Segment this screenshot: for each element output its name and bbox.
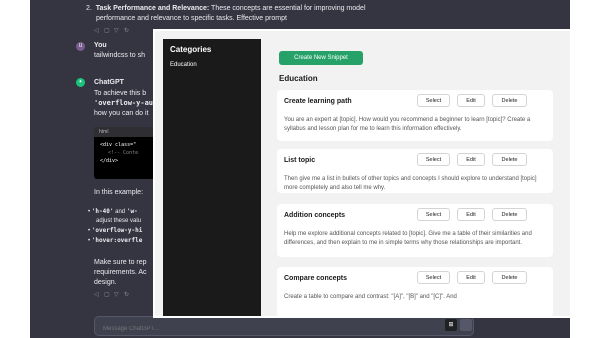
snippet-modal: Categories Education Create New Snippet … xyxy=(155,31,570,316)
message-actions: ◁ ▢ ▽ ↻ xyxy=(94,27,130,34)
select-button[interactable]: Select xyxy=(417,271,450,284)
chatgpt-line-1: To achieve this b xyxy=(94,90,147,97)
select-button[interactable]: Select xyxy=(417,153,450,166)
regenerate-icon[interactable]: ↻ xyxy=(124,291,130,298)
delete-button[interactable]: Delete xyxy=(492,94,527,107)
chatgpt-name: ChatGPT xyxy=(94,79,124,86)
snippet-title: List topic xyxy=(284,157,316,164)
message-input[interactable] xyxy=(95,320,435,338)
edit-button[interactable]: Edit xyxy=(457,271,485,284)
categories-title: Categories xyxy=(170,45,212,54)
thumbs-down-icon[interactable]: ▽ xyxy=(114,27,120,34)
snippet-desc: Then give me a list in bullets of other … xyxy=(284,176,537,191)
user-avatar: U xyxy=(76,42,85,51)
snippet-card: Compare concepts Select Edit Delete Crea… xyxy=(277,267,553,316)
edit-button[interactable]: Edit xyxy=(457,153,485,166)
sidebar-item-education[interactable]: Education xyxy=(163,54,261,68)
bullet-2: • 'overflow-y-hi xyxy=(88,227,143,234)
chatgpt-make-sure-3: design. xyxy=(94,279,117,286)
chat-list-item-2-line2: performance and relevance to specific ta… xyxy=(96,15,287,22)
chatgpt-line-2: 'overflow-y-au xyxy=(94,99,154,107)
snippet-title: Compare concepts xyxy=(284,275,348,282)
edit-button[interactable]: Edit xyxy=(457,208,485,221)
chatgpt-avatar: ✦ xyxy=(76,78,85,87)
snippet-title: Create learning path xyxy=(284,98,352,105)
categories-sidebar: Categories Education xyxy=(163,39,261,316)
chat-list-item-2: 2. Task Performance and Relevance: These… xyxy=(86,5,366,12)
user-name: You xyxy=(94,42,107,49)
select-button[interactable]: Select xyxy=(417,208,450,221)
chatgpt-make-sure-1: Make sure to rep xyxy=(94,259,147,266)
send-button[interactable] xyxy=(460,319,472,331)
chatgpt-in-example: In this example: xyxy=(94,189,144,196)
regenerate-icon[interactable]: ↻ xyxy=(124,27,130,34)
snippet-title: Addition concepts xyxy=(284,212,346,219)
section-title: Education xyxy=(279,74,318,83)
snippet-desc: Create a table to compare and contrast: … xyxy=(284,294,457,300)
chatgpt-make-sure-2: requirements. Ac xyxy=(94,269,147,276)
delete-button[interactable]: Delete xyxy=(492,271,527,284)
message-actions-2: ◁ ▢ ▽ ↻ xyxy=(94,291,130,298)
select-button[interactable]: Select xyxy=(417,94,450,107)
user-message: tailwindcss to sh xyxy=(94,52,145,59)
copy-icon[interactable]: ▢ xyxy=(104,291,110,298)
snippet-card: Addition concepts Select Edit Delete Hel… xyxy=(277,204,553,257)
snippet-card: Create learning path Select Edit Delete … xyxy=(277,90,553,141)
chatgpt-line-3: how you can do it xyxy=(94,110,149,117)
snippet-desc: Help me explore additional concepts rela… xyxy=(284,231,532,246)
bullet-1: • 'h-40' and 'w- xyxy=(88,208,138,215)
speaker-icon[interactable]: ◁ xyxy=(94,291,100,298)
delete-button[interactable]: Delete xyxy=(492,208,527,221)
thumbs-down-icon[interactable]: ▽ xyxy=(114,291,120,298)
delete-button[interactable]: Delete xyxy=(492,153,527,166)
copy-icon[interactable]: ▢ xyxy=(104,27,110,34)
edit-button[interactable]: Edit xyxy=(457,94,485,107)
speaker-icon[interactable]: ◁ xyxy=(94,27,100,34)
message-input-box xyxy=(94,316,474,338)
snippet-card: List topic Select Edit Delete Then give … xyxy=(277,149,553,193)
create-snippet-button[interactable]: Create New Snippet xyxy=(279,51,363,65)
bullet-3: • 'hover:overfle xyxy=(88,237,143,244)
snippet-list: Create New Snippet Education Create lear… xyxy=(269,39,570,316)
bullet-1-line2: adjust these valu xyxy=(96,218,142,224)
snippet-desc: You are an expert at [topic]. How would … xyxy=(284,117,531,132)
snippet-icon[interactable]: ⊞ xyxy=(445,319,457,331)
